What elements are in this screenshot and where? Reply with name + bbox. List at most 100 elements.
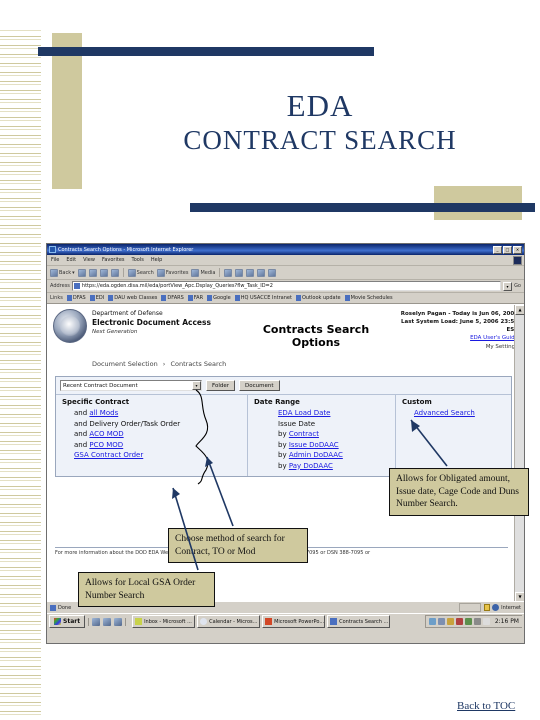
my-settings-link[interactable]: My Settings xyxy=(390,343,518,352)
link-edi[interactable]: EDI xyxy=(89,295,104,301)
link-outlook-update[interactable]: Outlook update xyxy=(295,295,341,301)
option-link[interactable]: GSA Contract Order xyxy=(74,451,143,459)
option-link[interactable]: ACO MOD xyxy=(89,430,123,438)
chevron-down-icon[interactable]: ▾ xyxy=(192,381,201,390)
discuss-icon xyxy=(268,268,277,277)
option-by-contract[interactable]: by Contract xyxy=(254,429,389,440)
taskbar-item-label: Microsoft PowerPo... xyxy=(274,618,325,625)
option-link[interactable]: Contract xyxy=(289,430,319,438)
print-button[interactable] xyxy=(246,268,255,277)
stop-button[interactable] xyxy=(88,268,97,277)
menu-item-file[interactable]: File xyxy=(51,257,59,263)
refresh-button[interactable] xyxy=(99,268,108,277)
back-button[interactable]: Back ▾ xyxy=(50,268,75,277)
link-movie-schedules[interactable]: Movie Schedules xyxy=(344,295,393,301)
breadcrumb-root[interactable]: Document Selection xyxy=(92,360,158,368)
page-scrollbar[interactable]: ▲ ▼ xyxy=(514,305,524,601)
link-hq-usacce-intranet[interactable]: HQ USACCE Intranet xyxy=(234,295,292,301)
option-link[interactable]: Issue DoDAAC xyxy=(289,441,339,449)
option-link[interactable]: EDA Load Date xyxy=(278,409,330,417)
option-link[interactable]: Admin DoDAAC xyxy=(289,451,343,459)
favicon-icon xyxy=(66,295,72,301)
link-dfars[interactable]: DFARS xyxy=(161,295,184,301)
ie-app-icon xyxy=(49,246,56,253)
edit-icon xyxy=(257,268,266,277)
option-by-issue-dodaac[interactable]: by Issue DoDAAC xyxy=(254,440,389,451)
minimize-icon[interactable]: _ xyxy=(493,245,502,254)
quick-launch-bar xyxy=(88,617,127,626)
page-title: Contracts Search Options xyxy=(262,323,370,349)
menu-item-edit[interactable]: Edit xyxy=(66,257,76,263)
option-link[interactable]: Advanced Search xyxy=(414,409,475,417)
option-advanced-search[interactable]: Advanced Search xyxy=(402,408,505,419)
start-button[interactable]: Start xyxy=(49,615,86,628)
option-by-pay-dodaac[interactable]: by Pay DoDAAC xyxy=(254,461,389,472)
home-button[interactable] xyxy=(110,268,119,277)
option-by-admin-dodaac[interactable]: by Admin DoDAAC xyxy=(254,450,389,461)
battery-icon[interactable] xyxy=(482,618,490,625)
back-dropdown-icon[interactable]: ▾ xyxy=(72,270,75,276)
go-button[interactable]: Go xyxy=(514,283,521,289)
discuss-button[interactable] xyxy=(268,268,277,277)
address-input[interactable]: https://eda.ogden.disa.mil/eda/portView_… xyxy=(71,281,502,291)
eda-users-guide-link[interactable]: EDA User's Guide xyxy=(390,334,518,343)
search-button[interactable]: Search xyxy=(127,268,154,277)
option-eda-load-date[interactable]: EDA Load Date xyxy=(254,408,389,419)
link-dfas[interactable]: DFAS xyxy=(66,295,86,301)
option-link[interactable]: PCO MOD xyxy=(89,441,123,449)
option-and-pco-mod[interactable]: and PCO MOD xyxy=(62,440,241,451)
volume-icon[interactable] xyxy=(437,618,445,625)
network-icon[interactable] xyxy=(428,618,436,625)
menu-item-favorites[interactable]: Favorites xyxy=(102,257,125,263)
menu-item-tools[interactable]: Tools xyxy=(132,257,144,263)
option-gsa-contract-order[interactable]: GSA Contract Order xyxy=(62,450,241,461)
document-button[interactable]: Document xyxy=(239,380,280,391)
update-icon[interactable] xyxy=(446,618,454,625)
taskbar-item-inbox[interactable]: Inbox - Microsoft ... xyxy=(132,615,196,628)
link-dau-web-classes[interactable]: DAU web Classes xyxy=(108,295,157,301)
option-link[interactable]: all Mods xyxy=(89,409,118,417)
forward-arrow-icon xyxy=(77,268,86,277)
taskbar-item-powerpoint[interactable]: Microsoft PowerPo... xyxy=(262,615,326,628)
favorites-button[interactable]: Favorites xyxy=(156,268,188,277)
option-link[interactable]: Pay DoDAAC xyxy=(289,462,333,470)
antivirus-icon[interactable] xyxy=(455,618,463,625)
scroll-down-icon[interactable]: ▼ xyxy=(515,592,524,601)
print-icon xyxy=(246,268,255,277)
option-prefix: and xyxy=(74,409,88,417)
back-to-toc-link[interactable]: Back to TOC xyxy=(457,700,515,712)
folder-button[interactable]: Folder xyxy=(206,380,235,391)
address-history-dropdown-icon[interactable]: ▾ xyxy=(503,281,513,291)
mail-button[interactable] xyxy=(235,268,244,277)
clock[interactable]: 2:16 PM xyxy=(492,618,519,625)
forward-button[interactable] xyxy=(77,268,86,277)
option-prefix: by xyxy=(278,451,287,459)
mail-icon[interactable] xyxy=(114,617,123,626)
scroll-up-icon[interactable]: ▲ xyxy=(515,305,524,315)
menu-item-help[interactable]: Help xyxy=(151,257,162,263)
link-google[interactable]: Google xyxy=(207,295,231,301)
breadcrumb: Document Selection › Contracts Search xyxy=(47,357,524,373)
media-button[interactable]: Media xyxy=(191,268,215,277)
taskbar-item-contracts-search[interactable]: Contracts Search ... xyxy=(327,615,391,628)
favicon-icon xyxy=(161,295,167,301)
edit-button[interactable] xyxy=(257,268,266,277)
option-and-aco-mod[interactable]: and ACO MOD xyxy=(62,429,241,440)
option-prefix: by xyxy=(278,461,287,470)
status-panel-1 xyxy=(459,603,482,612)
slide-title: EDA CONTRACT SEARCH xyxy=(120,88,520,157)
printer-icon[interactable] xyxy=(473,618,481,625)
close-icon[interactable]: ✕ xyxy=(513,245,522,254)
option-and-all-mods[interactable]: and all Mods xyxy=(62,408,241,419)
recent-contract-select[interactable]: Recent Contract Document ▾ xyxy=(60,380,202,391)
maximize-icon[interactable]: □ xyxy=(503,245,512,254)
history-button[interactable] xyxy=(224,268,233,277)
calendar-icon xyxy=(200,618,208,625)
link-label: DAU web Classes xyxy=(114,295,158,301)
link-far[interactable]: FAR xyxy=(187,295,203,301)
browser-icon[interactable] xyxy=(103,617,112,626)
menu-item-view[interactable]: View xyxy=(83,257,95,263)
show-desktop-icon[interactable] xyxy=(92,617,101,626)
taskbar-item-calendar[interactable]: Calendar - Micros... xyxy=(197,615,261,628)
sync-icon[interactable] xyxy=(464,618,472,625)
